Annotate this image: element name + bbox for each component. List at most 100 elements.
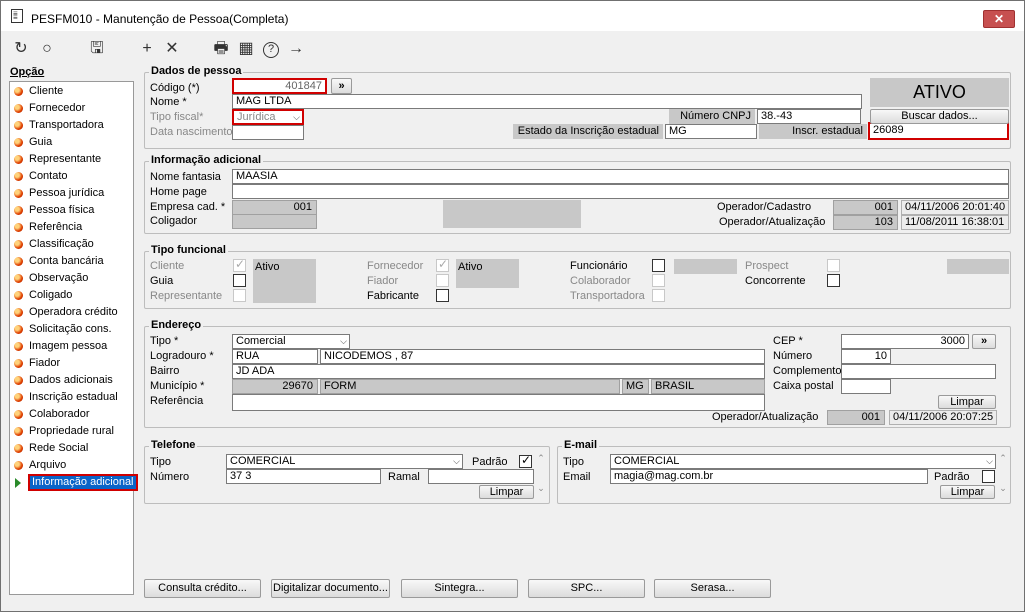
serasa-button[interactable]: Serasa... xyxy=(654,579,771,598)
calendar-icon[interactable]: ▦ xyxy=(236,40,256,58)
buscar-dados-button[interactable]: Buscar dados... xyxy=(870,109,1009,124)
end-tipo-select[interactable]: Comercial ⌵ xyxy=(232,334,350,349)
guia-label: Guia xyxy=(150,275,174,287)
tel-tipo-select[interactable]: COMERCIAL ⌵ xyxy=(226,454,463,469)
tipo-fiscal-select[interactable]: Jurídica ⌵ xyxy=(232,109,304,125)
coligador-name-box xyxy=(443,200,581,228)
sidebar-item-contato[interactable]: Contato xyxy=(10,168,133,185)
sidebar-item-classificacao[interactable]: Classificação xyxy=(10,236,133,253)
cep-search-button[interactable]: » xyxy=(972,334,996,349)
sintegra-button[interactable]: Sintegra... xyxy=(401,579,518,598)
scroll-up-icon: ⌃ xyxy=(537,453,545,463)
add-icon[interactable]: + xyxy=(137,40,157,58)
homepage-input[interactable] xyxy=(232,184,1009,199)
tel-numero-input[interactable]: 37 3 xyxy=(226,469,381,484)
sidebar-item-representante[interactable]: Representante xyxy=(10,151,133,168)
sidebar-item-cliente[interactable]: Cliente xyxy=(10,83,133,100)
estado-input[interactable]: MG xyxy=(665,124,757,139)
sidebar-item-operadora-credito[interactable]: Operadora crédito xyxy=(10,304,133,321)
undo-icon[interactable]: ↻ xyxy=(11,40,31,58)
data-nasc-input[interactable] xyxy=(232,125,304,140)
sidebar-item-pessoa-juridica[interactable]: Pessoa jurídica xyxy=(10,185,133,202)
logradouro-input[interactable]: NICODEMOS , 87 xyxy=(320,349,765,364)
sidebar-item-guia[interactable]: Guia xyxy=(10,134,133,151)
exit-icon[interactable]: → xyxy=(286,40,306,58)
close-button[interactable]: ✕ xyxy=(983,10,1015,28)
cliente-checkbox[interactable]: ✓ xyxy=(233,257,246,272)
email-scrollbar[interactable]: ⌃ ⌄ xyxy=(998,453,1008,499)
sidebar-item-imagem-pessoa[interactable]: Imagem pessoa xyxy=(10,338,133,355)
fornecedor-checkbox[interactable]: ✓ xyxy=(436,257,449,272)
sidebar-item-conta-bancaria[interactable]: Conta bancária xyxy=(10,253,133,270)
scroll-up-icon: ⌃ xyxy=(999,453,1007,463)
fabricante-checkbox[interactable] xyxy=(436,289,449,302)
funcionario-label: Funcionário xyxy=(570,260,628,272)
funcionario-checkbox[interactable] xyxy=(652,259,665,272)
codigo-input[interactable]: 401847 xyxy=(232,78,327,94)
bullet-icon xyxy=(14,427,23,436)
save-icon[interactable]: 🖫 xyxy=(87,40,107,58)
funcionario-status-box xyxy=(674,259,737,274)
ramal-input[interactable] xyxy=(428,469,534,484)
guia-checkbox[interactable] xyxy=(233,274,246,287)
data-nasc-label: Data nascimento xyxy=(150,126,233,138)
email-padrao-checkbox[interactable] xyxy=(982,470,995,483)
representante-checkbox[interactable] xyxy=(233,289,246,302)
sidebar-item-observacao[interactable]: Observação xyxy=(10,270,133,287)
email-input[interactable]: magia@mag.com.br xyxy=(610,469,928,484)
referencia-input[interactable] xyxy=(232,394,765,411)
digitalizar-documento-button[interactable]: Digitalizar documento... xyxy=(271,579,390,598)
caixa-postal-input[interactable] xyxy=(841,379,891,394)
sidebar-item-propriedade-rural[interactable]: Propriedade rural xyxy=(10,423,133,440)
tel-scrollbar[interactable]: ⌃ ⌄ xyxy=(536,453,546,499)
sidebar-item-rede-social[interactable]: Rede Social xyxy=(10,440,133,457)
spc-button[interactable]: SPC... xyxy=(528,579,645,598)
transportadora-checkbox[interactable] xyxy=(652,289,665,302)
search-icon[interactable]: ○ xyxy=(37,40,57,58)
tel-padrao-checkbox[interactable]: ✓ xyxy=(519,453,532,468)
empresa-input[interactable]: 001 xyxy=(232,200,317,215)
fantasia-input[interactable]: MAASIA xyxy=(232,169,1009,184)
colaborador-checkbox[interactable] xyxy=(652,274,665,287)
tel-limpar-button[interactable]: Limpar xyxy=(479,485,534,499)
numero-input[interactable]: 10 xyxy=(841,349,891,364)
goto-button[interactable]: » xyxy=(331,78,352,94)
sidebar-item-arquivo[interactable]: Arquivo xyxy=(10,457,133,474)
sidebar-item-pessoa-fisica[interactable]: Pessoa física xyxy=(10,202,133,219)
nome-input[interactable]: MAG LTDA xyxy=(232,94,862,109)
logradouro-label: Logradouro * xyxy=(150,350,214,362)
print-icon[interactable]: 🖶 xyxy=(211,40,231,58)
fiador-checkbox[interactable] xyxy=(436,274,449,287)
tel-tipo-value: COMERCIAL xyxy=(230,455,296,467)
sidebar-item-solicitacao[interactable]: Solicitação cons. xyxy=(10,321,133,338)
sidebar-item-transportadora[interactable]: Transportadora xyxy=(10,117,133,134)
cnpj-input[interactable]: 38.-43 xyxy=(757,109,861,124)
prospect-checkbox[interactable] xyxy=(827,259,840,272)
email-limpar-button[interactable]: Limpar xyxy=(940,485,995,499)
email-tipo-select[interactable]: COMERCIAL ⌵ xyxy=(610,454,996,469)
fiador-label: Fiador xyxy=(367,275,399,287)
end-limpar-button[interactable]: Limpar xyxy=(938,395,996,409)
sidebar-item-fornecedor[interactable]: Fornecedor xyxy=(10,100,133,117)
concorrente-checkbox[interactable] xyxy=(827,274,840,287)
sidebar-item-coligado[interactable]: Coligado xyxy=(10,287,133,304)
help-icon[interactable]: ? xyxy=(263,42,279,58)
sidebar-item-dados-adicionais[interactable]: Dados adicionais xyxy=(10,372,133,389)
municipio-code-input[interactable]: 29670 xyxy=(232,379,318,394)
cep-input[interactable]: 3000 xyxy=(841,334,969,349)
delete-icon[interactable]: ✕ xyxy=(162,40,182,58)
sidebar-item-referencia[interactable]: Referência xyxy=(10,219,133,236)
sidebar-item-colaborador[interactable]: Colaborador xyxy=(10,406,133,423)
sidebar-item-inscricao-estadual[interactable]: Inscrição estadual xyxy=(10,389,133,406)
complemento-input[interactable] xyxy=(841,364,996,379)
nome-label: Nome * xyxy=(150,96,187,108)
sidebar-item-informacao-adicional[interactable]: Informação adicional xyxy=(10,474,138,491)
sidebar-item-fiador[interactable]: Fiador xyxy=(10,355,133,372)
coligador-input[interactable] xyxy=(232,214,317,229)
inscr-input[interactable]: 26089 xyxy=(868,122,1009,140)
coligador-label: Coligador xyxy=(150,215,198,227)
consulta-credito-button[interactable]: Consulta crédito... xyxy=(144,579,261,598)
bairro-input[interactable]: JD ADA xyxy=(232,364,765,379)
logradouro-tipo-input[interactable]: RUA xyxy=(232,349,318,364)
bullet-icon xyxy=(14,223,23,232)
